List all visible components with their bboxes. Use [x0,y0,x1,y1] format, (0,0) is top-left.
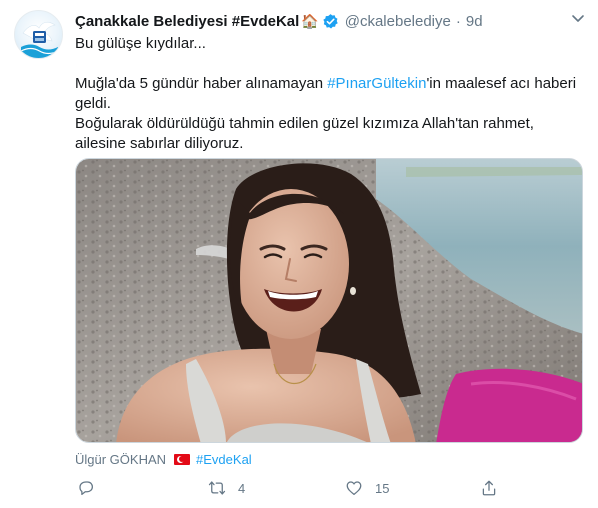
like-button[interactable]: 15 [345,478,389,498]
tweet-header: Çanakkale Belediyesi #EvdeKal 🏠 @ckalebe… [75,11,575,31]
separator-dot: · [455,12,461,30]
tweet-photo[interactable] [75,158,583,443]
tagged-user[interactable]: Ülgür GÖKHAN [75,452,166,467]
reply-button[interactable] [77,478,95,498]
share-button[interactable] [480,478,498,498]
hashtag-link[interactable]: #PınarGültekin [327,75,426,92]
reply-icon [79,481,94,496]
chevron-down-icon[interactable] [570,10,586,26]
timestamp[interactable]: 9d [466,13,483,30]
tweet-text-paragraph: Boğularak öldürüldüğü tahmin edilen güze… [75,115,534,152]
tagged-hashtag[interactable]: #EvdeKal [196,452,252,467]
tweet-text: Bu gülüşe kıydılar... Muğla'da 5 gündür … [75,34,585,154]
retweet-count: 4 [238,480,246,496]
photo-woman-laughing-on-beach [76,159,582,442]
retweet-button[interactable]: 4 [208,478,245,498]
turkey-flag-icon [174,453,191,465]
tweet-card[interactable]: Çanakkale Belediyesi #EvdeKal 🏠 @ckalebe… [0,0,598,508]
tweet-actions: 4 15 [75,478,575,498]
display-name[interactable]: Çanakkale Belediyesi #EvdeKal [75,13,299,30]
verified-badge-icon [323,13,338,28]
house-emoji-icon: 🏠 [301,13,319,29]
heart-icon [346,481,362,496]
user-handle[interactable]: @ckalebelediye [345,13,451,30]
avatar[interactable] [14,10,63,59]
municipality-logo-icon [20,21,59,58]
tweet-text-line: Bu gülüşe kıydılar... [75,35,206,52]
retweet-icon [208,481,226,495]
share-icon [482,480,496,496]
text-fragment: Muğla'da 5 gündür haber alınamayan [75,75,328,92]
media-tags: Ülgür GÖKHAN #EvdeKal [75,451,252,467]
tweet-text-paragraph: Muğla'da 5 gündür haber alınamayan #Pına… [75,74,585,114]
like-count: 15 [375,480,390,496]
